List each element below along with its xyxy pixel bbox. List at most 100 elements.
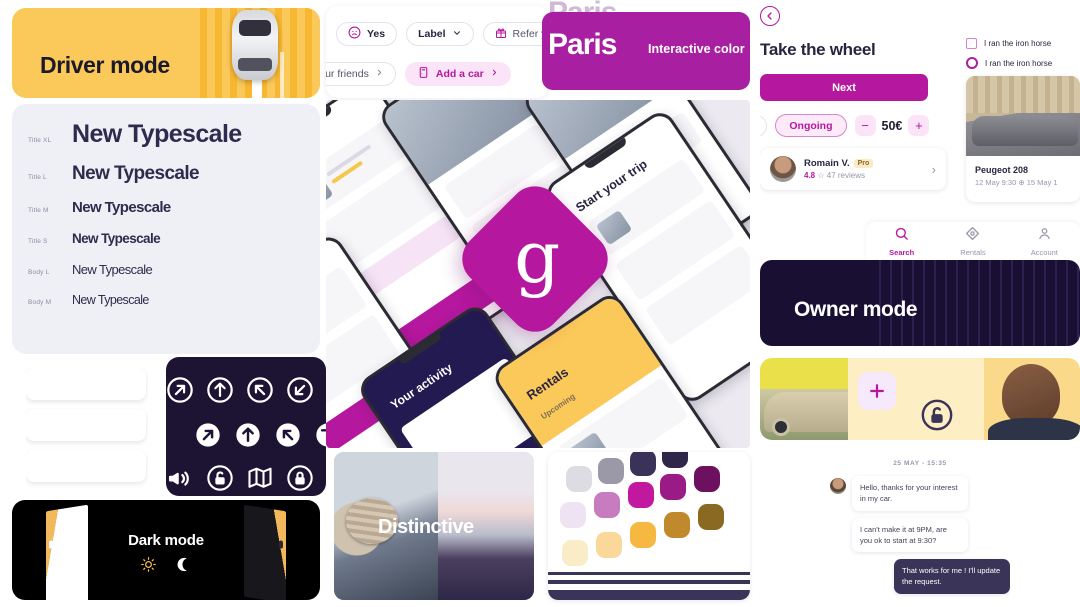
chevron-right-icon: [490, 68, 499, 80]
stepper-decrement-button[interactable]: −: [854, 115, 876, 136]
arrow-up-right-circle-outline-icon[interactable]: [166, 370, 200, 410]
color-swatch: [598, 458, 624, 484]
unlock-icon[interactable]: [920, 398, 954, 437]
building-backdrop: [966, 76, 1080, 113]
your-friends-chip[interactable]: your friends: [326, 62, 396, 86]
radio-input[interactable]: [966, 57, 978, 69]
yes-chip[interactable]: Yes: [336, 22, 398, 46]
arrow-up-circle-outline-icon[interactable]: [200, 370, 240, 410]
windshield: [239, 20, 271, 36]
arrow-left-circle-icon[interactable]: [760, 6, 780, 26]
ongoing-pill[interactable]: Ongoing: [775, 114, 847, 137]
typescale-row: Title S New Typescale: [12, 231, 320, 246]
phone-mockups-collage: Your trip Start your trip: [326, 100, 750, 448]
stepper-value: 50€: [881, 118, 903, 133]
reviews-count: 47 reviews: [826, 171, 866, 180]
price-stepper: − 50€ +: [854, 115, 930, 136]
label-dropdown-chip[interactable]: Label: [406, 22, 474, 46]
car-listing-card[interactable]: Peugeot 208 12 May 9:30 ⊕ 15 May 1: [966, 76, 1080, 202]
arrow-up-left-circle-outline-icon[interactable]: [240, 370, 280, 410]
color-swatch: [630, 522, 656, 548]
typescale-tag: Body M: [28, 299, 52, 306]
moon-icon[interactable]: [175, 556, 192, 578]
arrow-down-left-circle-outline-icon[interactable]: [280, 370, 320, 410]
dark-mode-label: Dark mode: [128, 532, 204, 549]
typescale-panel: Title XL New Typescale Title L New Types…: [12, 104, 320, 354]
chat-bubble: I can't make it at 9PM, are you ok to st…: [852, 517, 968, 552]
text-input-field[interactable]: [26, 450, 146, 482]
color-swatch: [662, 452, 688, 468]
tab-label: Account: [1030, 247, 1058, 257]
arrow-up-circle-filled-icon[interactable]: [228, 415, 268, 455]
take-the-wheel-panel: Take the wheel Next ing Ongoing − 50€ + …: [760, 6, 960, 216]
user-card[interactable]: Romain V. Pro 4.8 ☆ 47 reviews ›: [760, 148, 946, 190]
arrow-up-left-circle-filled-icon[interactable]: [268, 415, 308, 455]
ghost-pill[interactable]: ing: [760, 114, 768, 137]
unlock-circle-icon[interactable]: [200, 458, 240, 496]
chevron-right-icon[interactable]: ›: [932, 162, 936, 177]
tab-rentals[interactable]: Rentals: [937, 226, 1008, 257]
search-icon: [894, 227, 909, 245]
color-swatch: [560, 502, 586, 528]
road-line-secondary: [280, 52, 284, 98]
next-button[interactable]: Next: [760, 74, 928, 101]
checkbox-row[interactable]: I ran the iron horse: [966, 38, 1080, 49]
driver-mode-card: Driver mode: [12, 8, 320, 98]
arrow-circle-filled-icon[interactable]: [308, 415, 326, 455]
car-photo: [966, 76, 1080, 156]
palette-divider: [548, 580, 750, 584]
chevron-right-icon: [375, 68, 384, 80]
refer-friends-chip[interactable]: Refer your friends: [482, 22, 548, 46]
typescale-sample: New Typescale: [72, 293, 149, 307]
palette-divider: [548, 590, 750, 600]
label-chip-text: Label: [418, 28, 446, 40]
chat-bubble: That works for me ! I'll update the requ…: [894, 559, 1010, 594]
color-swatch: [660, 474, 686, 500]
chat-message-outgoing: That works for me ! I'll update the requ…: [830, 559, 1010, 594]
typescale-sample: New Typescale: [72, 199, 171, 216]
door-illustration-right: [244, 504, 286, 600]
radio-row[interactable]: I ran the iron horse: [966, 57, 1080, 69]
typescale-tag: Title S: [28, 238, 48, 245]
radio-label: I ran the iron horse: [985, 58, 1053, 68]
arrow-up-right-circle-filled-icon[interactable]: [188, 415, 228, 455]
map-icon[interactable]: [240, 458, 280, 496]
owner-mode-label: Owner mode: [794, 298, 918, 321]
user-info: Romain V. Pro 4.8 ☆ 47 reviews: [804, 158, 874, 180]
interactive-color-label: Interactive color: [648, 42, 745, 56]
text-input-field[interactable]: [26, 409, 146, 441]
rating-value: 4.8: [804, 171, 816, 180]
color-swatch: [562, 540, 588, 566]
checkbox-input[interactable]: [966, 38, 977, 49]
gift-icon: [495, 27, 507, 42]
distinctive-label: Distinctive: [378, 516, 474, 538]
text-input-field[interactable]: [26, 368, 146, 400]
typescale-row: Body M New Typescale: [12, 293, 320, 307]
account-icon: [1037, 227, 1052, 245]
volume-icon[interactable]: [166, 458, 200, 496]
lock-circle-icon[interactable]: [280, 458, 320, 496]
controls-row: ing Ongoing − 50€ +: [760, 114, 960, 137]
chat-bubble: Hello, thanks for your interest in my ca…: [852, 476, 968, 511]
tab-account[interactable]: Account: [1009, 226, 1080, 257]
avatar: [830, 478, 846, 494]
person-photo: [984, 358, 1080, 440]
bottom-tab-bar: Search Rentals Account: [866, 222, 1080, 260]
chat-thread: 25 MAY - 15:35 Hello, thanks for your in…: [830, 460, 1010, 600]
avatar: [770, 156, 796, 182]
chip-row-bottom: your friends Add a car: [326, 62, 511, 86]
chip-row-top: Yes Label Refer your friends: [336, 22, 548, 46]
chat-timestamp: 25 MAY - 15:35: [893, 460, 947, 467]
chat-message-incoming: Hello, thanks for your interest in my ca…: [830, 476, 1010, 511]
your-friends-label: your friends: [326, 68, 369, 80]
icon-row-outline-arrows: [166, 370, 320, 410]
sun-icon[interactable]: [140, 556, 157, 578]
car-dates: 12 May 9:30 ⊕ 15 May 1: [975, 178, 1058, 187]
tab-search[interactable]: Search: [866, 226, 937, 257]
plus-icon[interactable]: [858, 372, 896, 410]
typescale-sample: New Typescale: [72, 163, 200, 184]
add-a-car-chip[interactable]: Add a car: [404, 62, 511, 86]
interactive-color-card: Paris Paris Paris Interactive color: [542, 0, 750, 100]
stepper-increment-button[interactable]: +: [908, 115, 930, 136]
color-swatch: [698, 504, 724, 530]
